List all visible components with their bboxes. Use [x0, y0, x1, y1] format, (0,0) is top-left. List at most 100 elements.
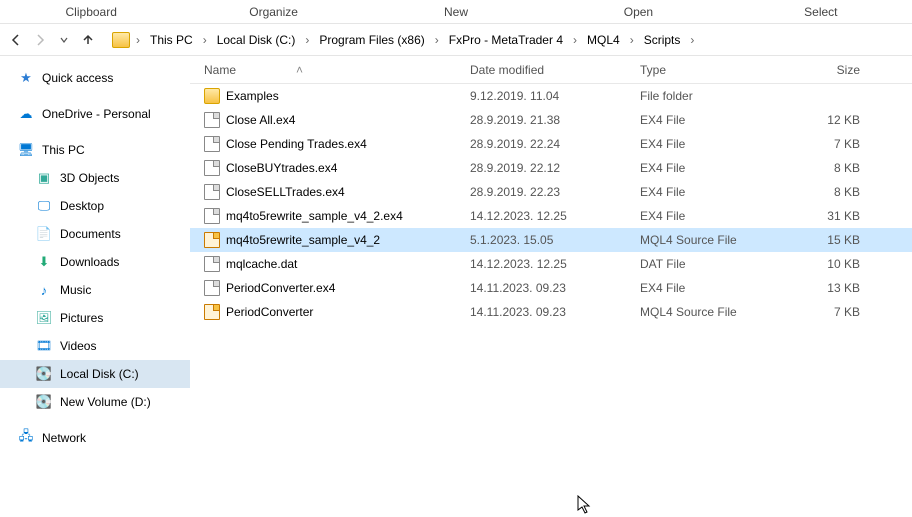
sidebar-desktop[interactable]: 🖵 Desktop — [0, 192, 190, 220]
nav-forward-button[interactable] — [30, 30, 50, 50]
file-size: 13 KB — [800, 281, 870, 295]
file-name: mq4to5rewrite_sample_v4_2 — [226, 233, 380, 247]
file-icon — [204, 136, 220, 152]
sidebar-item-label: Quick access — [42, 71, 113, 85]
file-row[interactable]: Examples 9.12.2019. 11.04File folder — [190, 84, 912, 108]
file-type: File folder — [640, 89, 800, 103]
ribbon-organize[interactable]: Organize — [182, 0, 364, 23]
breadcrumb-program-files[interactable]: Program Files (x86) — [315, 33, 428, 47]
crumb-sep-icon[interactable]: › — [628, 33, 636, 47]
address-bar: › This PC › Local Disk (C:) › Program Fi… — [0, 24, 912, 56]
sidebar-item-label: New Volume (D:) — [60, 395, 151, 409]
file-row[interactable]: mqlcache.dat14.12.2023. 12.25DAT File10 … — [190, 252, 912, 276]
sidebar-onedrive[interactable]: ☁ OneDrive - Personal — [0, 100, 190, 128]
file-name: mq4to5rewrite_sample_v4_2.ex4 — [226, 209, 403, 223]
mql-file-icon — [204, 232, 220, 248]
file-row[interactable]: Close Pending Trades.ex4 28.9.2019. 22.24… — [190, 132, 912, 156]
ribbon-select[interactable]: Select — [730, 0, 912, 23]
sidebar-local-disk-c[interactable]: 💽 Local Disk (C:) — [0, 360, 190, 388]
breadcrumb-scripts[interactable]: Scripts — [640, 33, 685, 47]
file-icon — [204, 160, 220, 176]
breadcrumb-local-disk[interactable]: Local Disk (C:) — [213, 33, 300, 47]
sidebar-music[interactable]: ♪ Music — [0, 276, 190, 304]
nav-recent-dropdown[interactable] — [54, 30, 74, 50]
sidebar-documents[interactable]: 📄 Documents — [0, 220, 190, 248]
sidebar-3d-objects[interactable]: ▣ 3D Objects — [0, 164, 190, 192]
file-name: CloseSELLTrades.ex4 — [226, 185, 345, 199]
file-date: 9.12.2019. 11.04 — [470, 89, 640, 103]
file-type: EX4 File — [640, 185, 800, 199]
column-header-name[interactable]: Name˄ — [190, 63, 470, 77]
file-type: EX4 File — [640, 113, 800, 127]
file-row[interactable]: mq4to5rewrite_sample_v4_25.1.2023. 15.05… — [190, 228, 912, 252]
crumb-sep-icon[interactable]: › — [303, 33, 311, 47]
documents-icon: 📄 — [36, 226, 52, 242]
file-name: mqlcache.dat — [226, 257, 297, 271]
file-icon — [204, 184, 220, 200]
file-size: 31 KB — [800, 209, 870, 223]
ribbon-open[interactable]: Open — [547, 0, 729, 23]
nav-back-button[interactable] — [6, 30, 26, 50]
file-row[interactable]: Close All.ex428.9.2019. 21.38EX4 File12 … — [190, 108, 912, 132]
ribbon-clipboard[interactable]: Clipboard — [0, 0, 182, 23]
sidebar-item-label: Pictures — [60, 311, 103, 325]
file-list[interactable]: Examples 9.12.2019. 11.04File folder Close… — [190, 84, 912, 517]
breadcrumb-mql4[interactable]: MQL4 — [583, 33, 624, 47]
sidebar-pictures[interactable]: 🖼 Pictures — [0, 304, 190, 332]
sidebar-item-label: Desktop — [60, 199, 104, 213]
breadcrumb-this-pc[interactable]: This PC — [146, 33, 197, 47]
file-row[interactable]: PeriodConverter14.11.2023. 09.23MQL4 Sou… — [190, 300, 912, 324]
file-row[interactable]: CloseSELLTrades.ex4 28.9.2019. 22.23EX4 F… — [190, 180, 912, 204]
sidebar-quick-access[interactable]: ★ Quick access — [0, 64, 190, 92]
file-date: 28.9.2019. 22.12 — [470, 161, 640, 175]
column-header-size[interactable]: Size — [800, 63, 870, 77]
file-size: 10 KB — [800, 257, 870, 271]
location-folder-icon — [112, 32, 130, 48]
crumb-sep-icon[interactable]: › — [201, 33, 209, 47]
ribbon-new[interactable]: New — [365, 0, 547, 23]
sidebar-downloads[interactable]: ⬇ Downloads — [0, 248, 190, 276]
pictures-icon: 🖼 — [36, 310, 52, 326]
file-date: 14.12.2023. 12.25 — [470, 209, 640, 223]
breadcrumb-fxpro[interactable]: FxPro - MetaTrader 4 — [445, 33, 567, 47]
sidebar-item-label: Music — [60, 283, 91, 297]
sidebar-videos[interactable]: 🎞 Videos — [0, 332, 190, 360]
file-row[interactable]: PeriodConverter.ex414.11.2023. 09.23EX4 … — [190, 276, 912, 300]
file-row[interactable]: mq4to5rewrite_sample_v4_2.ex4 14.12.2023.… — [190, 204, 912, 228]
file-icon — [204, 280, 220, 296]
mql-file-icon — [204, 304, 220, 320]
navigation-pane: ★ Quick access ☁ OneDrive - Personal 🖥 T… — [0, 56, 190, 517]
file-date: 28.9.2019. 22.24 — [470, 137, 640, 151]
file-name: Examples — [226, 89, 279, 103]
star-icon: ★ — [18, 70, 34, 86]
file-name: PeriodConverter — [226, 305, 313, 319]
file-type: MQL4 Source File — [640, 233, 800, 247]
file-size: 7 KB — [800, 137, 870, 151]
sidebar-item-label: Downloads — [60, 255, 119, 269]
sidebar-item-label: Local Disk (C:) — [60, 367, 139, 381]
file-name: Close Pending Trades.ex4 — [226, 137, 367, 151]
file-date: 28.9.2019. 22.23 — [470, 185, 640, 199]
sidebar-item-label: Documents — [60, 227, 121, 241]
sidebar-network[interactable]: 🖧 Network — [0, 424, 190, 452]
file-date: 14.12.2023. 12.25 — [470, 257, 640, 271]
pc-icon: 🖥 — [18, 142, 34, 158]
desktop-icon: 🖵 — [36, 198, 52, 214]
drive-icon: 💽 — [36, 394, 52, 410]
crumb-sep-icon[interactable]: › — [571, 33, 579, 47]
crumb-sep-icon[interactable]: › — [134, 33, 142, 47]
sidebar-this-pc[interactable]: 🖥 This PC — [0, 136, 190, 164]
column-header-date[interactable]: Date modified — [470, 63, 640, 77]
file-type: EX4 File — [640, 161, 800, 175]
crumb-sep-icon[interactable]: › — [433, 33, 441, 47]
crumb-sep-icon[interactable]: › — [688, 33, 696, 47]
network-icon: 🖧 — [18, 430, 34, 446]
file-size: 15 KB — [800, 233, 870, 247]
sidebar-new-volume-d[interactable]: 💽 New Volume (D:) — [0, 388, 190, 416]
column-header-type[interactable]: Type — [640, 63, 800, 77]
sort-ascending-icon: ˄ — [296, 63, 303, 77]
file-row[interactable]: CloseBUYtrades.ex428.9.2019. 22.12EX4 Fi… — [190, 156, 912, 180]
nav-up-button[interactable] — [78, 30, 98, 50]
sidebar-item-label: 3D Objects — [60, 171, 119, 185]
videos-icon: 🎞 — [36, 338, 52, 354]
